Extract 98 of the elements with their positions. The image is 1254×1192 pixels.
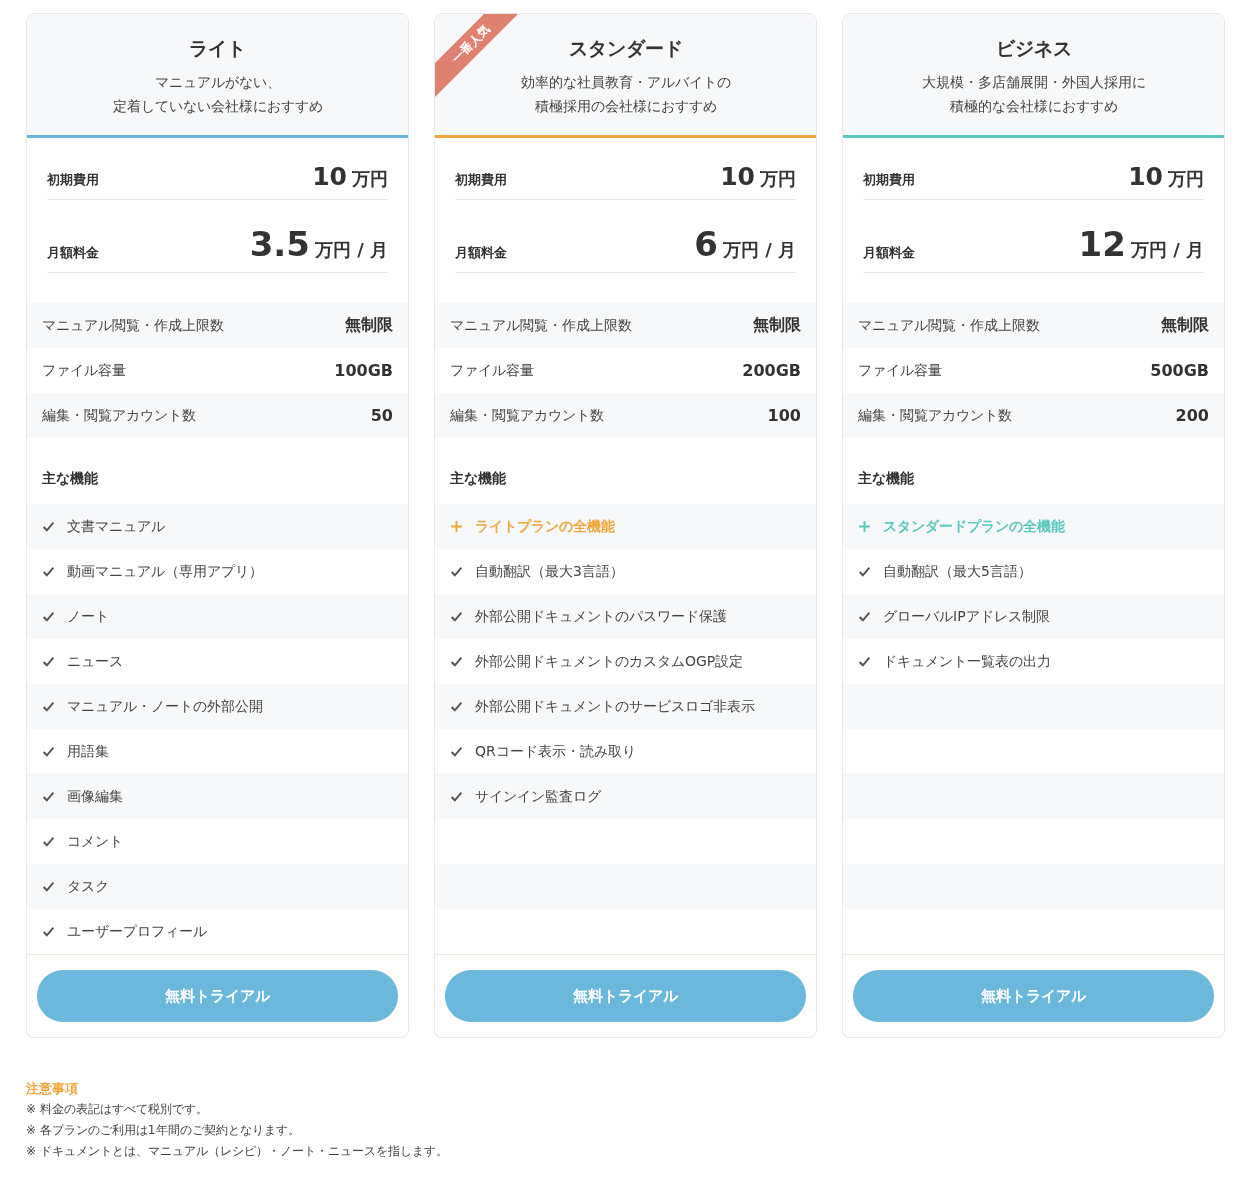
check-icon [858, 655, 871, 668]
plus-icon [450, 520, 463, 533]
feature-text: コメント [67, 832, 123, 851]
spec-label: 編集・閲覧アカウント数 [42, 406, 196, 425]
price-amount: 3.5 [249, 224, 310, 264]
feature-text: 文書マニュアル [67, 517, 165, 536]
feature-text: 外部公開ドキュメントのパスワード保護 [475, 607, 727, 626]
price-unit: 万円 [760, 167, 796, 191]
free-trial-button[interactable]: 無料トライアル [445, 970, 806, 1022]
spec-label: マニュアル閲覧・作成上限数 [42, 316, 224, 335]
check-icon [42, 520, 55, 533]
price-label: 初期費用 [863, 171, 915, 189]
spec-value: 無制限 [1161, 315, 1209, 336]
spec-value: 50 [370, 406, 393, 425]
feature-text: タスク [67, 877, 109, 896]
spec-value: 200GB [742, 361, 801, 380]
check-icon [858, 610, 871, 623]
features-heading: 主な機能 [449, 469, 507, 488]
check-icon [42, 925, 55, 938]
plan-name: ライト [189, 36, 246, 61]
plan-description: 定着していない会社様におすすめ [112, 97, 323, 116]
check-icon [42, 745, 55, 758]
price-unit: 万円 [1168, 167, 1204, 191]
feature-text: 外部公開ドキュメントのカスタムOGP設定 [475, 652, 744, 671]
feature-text: QRコード表示・読み取り [475, 742, 636, 761]
spec-label: マニュアル閲覧・作成上限数 [858, 316, 1040, 335]
check-icon [42, 700, 55, 713]
check-icon [42, 880, 55, 893]
features-heading: 主な機能 [857, 469, 915, 488]
free-trial-button[interactable]: 無料トライアル [37, 970, 398, 1022]
price-amount: 10 [1128, 162, 1163, 191]
check-icon [450, 565, 463, 578]
feature-text: 用語集 [67, 742, 109, 761]
price-amount: 12 [1078, 224, 1126, 264]
plan-description: 積極的な会社様におすすめ [949, 97, 1118, 116]
price-amount: 10 [312, 162, 347, 191]
feature-text: ライトプランの全機能 [475, 517, 615, 536]
note-text: ※ 料金の表記はすべて税別です。 [26, 1101, 209, 1118]
feature-text: 動画マニュアル（専用アプリ） [67, 562, 263, 581]
price-unit: 万円 [352, 167, 388, 191]
feature-text: マニュアル・ノートの外部公開 [67, 697, 263, 716]
price-label: 月額料金 [863, 244, 915, 262]
check-icon [42, 610, 55, 623]
price-amount: 6 [694, 224, 718, 264]
check-icon [450, 700, 463, 713]
spec-label: 編集・閲覧アカウント数 [450, 406, 604, 425]
spec-label: ファイル容量 [42, 361, 126, 380]
price-amount: 10 [720, 162, 755, 191]
badge-text: 一番人気 [448, 21, 494, 67]
feature-text: スタンダードプランの全機能 [883, 517, 1065, 536]
check-icon [42, 790, 55, 803]
spec-value: 500GB [1150, 361, 1209, 380]
plan-description: マニュアルがない、 [154, 73, 281, 92]
plan-description: 効率的な社員教育・アルバイトの [520, 73, 731, 92]
check-icon [450, 745, 463, 758]
plan-description: 積極採用の会社様におすすめ [534, 97, 717, 116]
spec-value: 無制限 [753, 315, 801, 336]
feature-text: サインイン監査ログ [475, 787, 601, 806]
check-icon [450, 610, 463, 623]
check-icon [858, 565, 871, 578]
check-icon [450, 655, 463, 668]
check-icon [450, 790, 463, 803]
features-heading: 主な機能 [41, 469, 99, 488]
feature-text: 自動翻訳（最大5言語） [883, 562, 1032, 581]
feature-text: 自動翻訳（最大3言語） [475, 562, 624, 581]
spec-value: 無制限 [345, 315, 393, 336]
feature-text: ユーザープロフィール [67, 922, 207, 941]
feature-text: 画像編集 [67, 787, 123, 806]
note-text: ※ 各プランのご利用は1年間のご契約となります。 [26, 1122, 301, 1139]
feature-text: 外部公開ドキュメントのサービスロゴ非表示 [475, 697, 755, 716]
plan-name: スタンダード [568, 36, 683, 61]
feature-text: ニュース [67, 652, 123, 671]
plus-icon [858, 520, 871, 533]
spec-label: マニュアル閲覧・作成上限数 [450, 316, 632, 335]
price-unit: 万円 / 月 [314, 238, 388, 262]
price-label: 初期費用 [47, 171, 99, 189]
spec-value: 100GB [334, 361, 393, 380]
check-icon [42, 835, 55, 848]
check-icon [42, 565, 55, 578]
price-unit: 万円 / 月 [1130, 238, 1204, 262]
spec-label: 編集・閲覧アカウント数 [858, 406, 1012, 425]
plan-description: 大規模・多店舗展開・外国人採用に [921, 73, 1146, 92]
plan-name: ビジネス [995, 36, 1072, 61]
feature-text: グローバルIPアドレス制限 [883, 607, 1050, 626]
feature-text: ノート [67, 607, 109, 626]
spec-value: 200 [1175, 406, 1209, 425]
note-text: ※ ドキュメントとは、マニュアル（レシピ）・ノート・ニュースを指します。 [26, 1143, 449, 1160]
spec-label: ファイル容量 [450, 361, 534, 380]
free-trial-button[interactable]: 無料トライアル [853, 970, 1214, 1022]
feature-text: ドキュメント一覧表の出力 [883, 652, 1051, 671]
notes-heading: 注意事項 [26, 1080, 79, 1098]
spec-value: 100 [767, 406, 801, 425]
price-label: 月額料金 [455, 244, 507, 262]
price-unit: 万円 / 月 [722, 238, 796, 262]
price-label: 月額料金 [47, 244, 99, 262]
spec-label: ファイル容量 [858, 361, 942, 380]
price-label: 初期費用 [455, 171, 507, 189]
check-icon [42, 655, 55, 668]
